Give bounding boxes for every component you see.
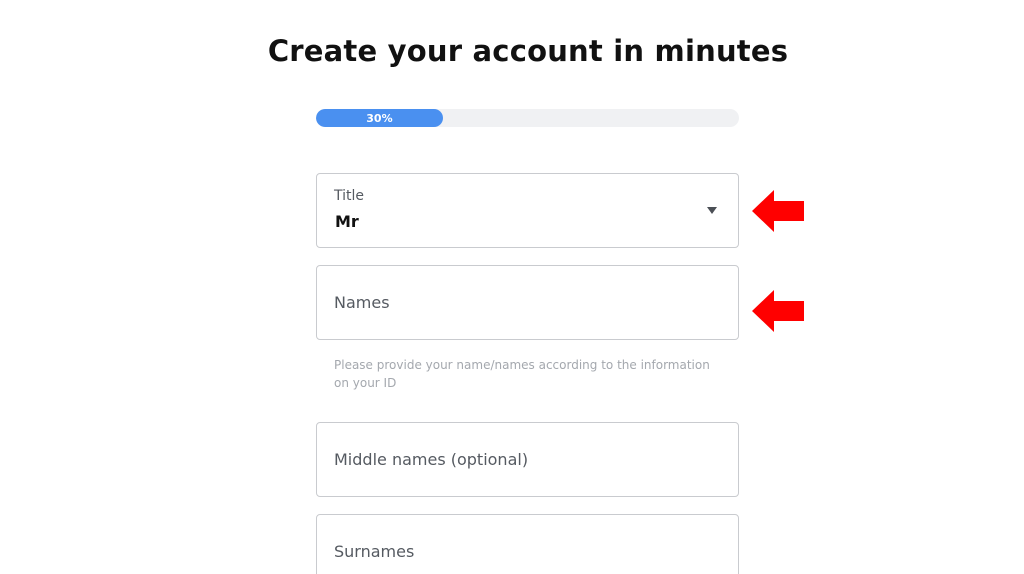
red-arrow-left-icon (752, 190, 804, 232)
caret-down-icon[interactable] (707, 207, 717, 214)
names-input[interactable]: Names (316, 265, 739, 340)
title-select-value: Mr (335, 212, 359, 231)
middle-names-input[interactable]: Middle names (optional) (316, 422, 739, 497)
names-input-placeholder: Names (334, 293, 390, 312)
middle-names-input-placeholder: Middle names (optional) (334, 450, 529, 469)
surnames-input[interactable]: Surnames (316, 514, 739, 574)
red-arrow-left-icon (752, 290, 804, 332)
names-helper-text: Please provide your name/names according… (334, 358, 710, 390)
title-select[interactable]: Title Mr (316, 173, 739, 248)
progress-bar-fill: 30% (316, 109, 443, 127)
title-select-label: Title (334, 188, 365, 204)
page-title: Create your account in minutes (267, 34, 789, 68)
surnames-input-placeholder: Surnames (334, 542, 415, 561)
progress-label: 30% (366, 111, 393, 125)
signup-page: Create your account in minutes 30% Title… (0, 0, 1024, 574)
progress-bar: 30% (316, 109, 739, 127)
